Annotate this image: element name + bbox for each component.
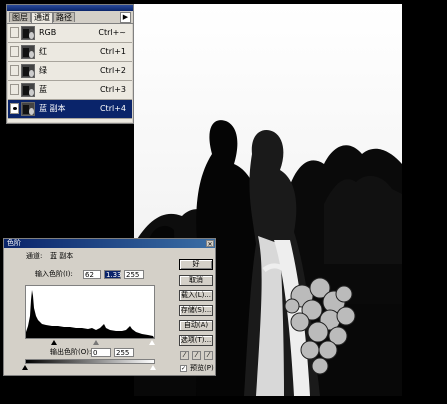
channel-row-green[interactable]: 绿 Ctrl+2 [8,62,132,81]
eye-icon [13,107,17,110]
tab-layers[interactable]: 图层 [9,12,31,22]
visibility-toggle[interactable] [10,65,19,76]
input-gamma-field[interactable]: 1.33 [104,270,122,279]
channel-shortcut: Ctrl+2 [99,66,126,75]
channel-shortcut: Ctrl+~ [98,28,126,37]
input-black-field[interactable]: 62 [83,270,101,279]
channel-thumbnail [21,26,35,40]
output-levels-label: 输出色阶(O): [50,348,92,356]
preview-checkbox[interactable]: ✓ [180,365,187,372]
white-eyedropper-icon[interactable]: ⁄ [204,351,213,360]
output-gradient-bar [25,359,155,364]
channel-shortcut: Ctrl+4 [99,104,126,113]
visibility-toggle[interactable] [10,103,19,114]
channels-palette: 图层 通道 路径 ▶ RGB Ctrl+~ 红 Ctrl+1 绿 Ctrl+2 … [6,4,134,124]
output-black-handle[interactable] [22,365,28,370]
channel-thumbnail [21,102,35,116]
gamma-handle[interactable] [93,340,99,345]
channel-thumbnail [21,64,35,78]
dialog-titlebar[interactable]: 色阶 ✕ [4,239,215,248]
channel-name: 蓝 [39,85,47,94]
channel-name: 蓝 副本 [39,104,66,113]
save-button[interactable]: 存储(S)... [179,305,213,316]
channel-label: 通道: [26,252,43,260]
input-white-field[interactable]: 255 [124,270,144,279]
channel-list: RGB Ctrl+~ 红 Ctrl+1 绿 Ctrl+2 蓝 Ctrl+3 蓝 … [8,24,132,122]
histogram-graph [26,290,154,338]
close-icon[interactable]: ✕ [206,240,214,248]
visibility-toggle[interactable] [10,46,19,57]
load-button[interactable]: 载入(L)... [179,290,213,301]
white-point-handle[interactable] [149,340,155,345]
channel-name: 红 [39,47,47,56]
channel-shortcut: Ctrl+3 [99,85,126,94]
channel-row-rgb[interactable]: RGB Ctrl+~ [8,24,132,43]
black-point-handle[interactable] [51,340,57,345]
palette-tabs: 图层 通道 路径 ▶ [7,11,133,24]
cancel-button[interactable]: 取消 [179,275,213,286]
channel-shortcut: Ctrl+1 [99,47,126,56]
palette-menu-icon[interactable]: ▶ [120,12,131,23]
tab-channels[interactable]: 通道 [31,12,53,23]
options-button[interactable]: 选项(T)... [179,335,213,346]
levels-dialog: 色阶 ✕ 通道: 蓝 副本 输入色阶(I): 62 1.33 255 输出色阶(… [3,238,216,376]
gray-eyedropper-icon[interactable]: ⁄ [192,351,201,360]
output-black-field[interactable]: 0 [91,348,111,357]
channel-row-blue-copy[interactable]: 蓝 副本 Ctrl+4 [8,100,132,119]
dialog-title: 色阶 [7,239,21,247]
black-eyedropper-icon[interactable]: ⁄ [180,351,189,360]
output-white-handle[interactable] [150,365,156,370]
auto-button[interactable]: 自动(A) [179,320,213,331]
visibility-toggle[interactable] [10,84,19,95]
channel-name: 绿 [39,66,47,75]
preview-label: 预览(P) [190,364,214,372]
visibility-toggle[interactable] [10,27,19,38]
channel-row-blue[interactable]: 蓝 Ctrl+3 [8,81,132,100]
histogram [25,285,155,339]
input-levels-label: 输入色阶(I): [35,270,73,278]
channel-row-red[interactable]: 红 Ctrl+1 [8,43,132,62]
input-slider[interactable] [25,340,155,346]
tab-paths[interactable]: 路径 [53,12,75,22]
channel-thumbnail [21,45,35,59]
output-slider[interactable] [22,365,156,371]
channel-thumbnail [21,83,35,97]
output-white-field[interactable]: 255 [114,348,134,357]
ok-button[interactable]: 好 [179,259,213,270]
channel-name: RGB [39,28,57,37]
channel-select[interactable]: 蓝 副本 [50,252,73,261]
